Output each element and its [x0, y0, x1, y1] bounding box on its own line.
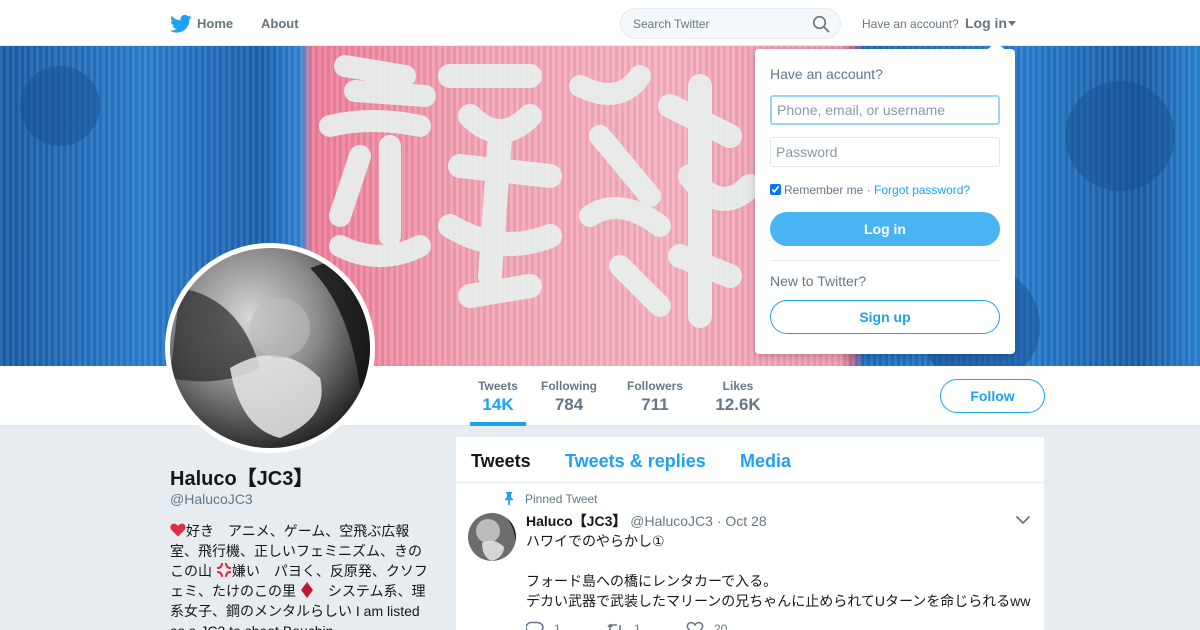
tweet-line: ハワイでのやらかし①	[526, 533, 665, 549]
heart-icon	[686, 621, 704, 630]
dropdown-divider	[770, 260, 1000, 261]
search-icon[interactable]	[812, 15, 830, 33]
nav-about-link[interactable]: About	[261, 16, 299, 31]
pinned-tweet[interactable]: Pinned Tweet Haluco【JC3】 @HalucoJC3 · Oc…	[456, 483, 1044, 630]
profile-handle[interactable]: @HalucoJC3	[170, 491, 253, 507]
remember-me-row: Remember me · Forgot password?	[770, 183, 970, 197]
stat-label: Likes	[722, 379, 754, 393]
tab-media[interactable]: Media	[740, 451, 791, 472]
tweet-avatar[interactable]	[468, 513, 516, 561]
retweet-count: 1	[634, 622, 641, 630]
tweet-line: フォード島への橋にレンタカーで入る。	[526, 573, 778, 589]
signup-button[interactable]: Sign up	[770, 300, 1000, 334]
tweet-timestamp[interactable]: Oct 28	[725, 513, 766, 529]
diamond-suit-icon	[300, 582, 313, 598]
tweet-avatar-image	[468, 513, 516, 561]
tweet-author-name[interactable]: Haluco【JC3】	[526, 513, 626, 529]
stat-label: Followers	[627, 379, 684, 393]
tab-tweets-replies[interactable]: Tweets & replies	[565, 451, 706, 472]
twitter-bird-icon[interactable]	[170, 14, 192, 34]
profile-name[interactable]: Haluco【JC3】	[170, 462, 313, 491]
stat-value: 14K	[482, 395, 514, 414]
tweet-actions: 1 1 20	[526, 621, 926, 630]
stat-label: Tweets	[478, 379, 518, 393]
login-dropdown: Have an account? Remember me · Forgot pa…	[755, 41, 1015, 354]
red-heart-icon	[170, 523, 186, 537]
tweet-author-handle[interactable]: @HalucoJC3	[630, 513, 713, 529]
nav-home-link[interactable]: Home	[197, 16, 233, 31]
password-input[interactable]	[770, 137, 1000, 167]
reply-icon	[526, 621, 544, 630]
profile-bio: 好き アニメ、ゲーム、空飛ぶ広報室、飛行機、正しいフェミニズム、きのこの山 嫌い…	[170, 521, 432, 630]
top-nav: Home About Have an account? Log in	[0, 0, 1200, 46]
remember-separator: ·	[866, 183, 871, 197]
stat-following[interactable]: Following 784	[541, 366, 597, 426]
chevron-down-icon[interactable]	[1016, 515, 1030, 525]
tweet-separator: ·	[716, 513, 722, 529]
pin-icon	[505, 492, 513, 505]
remember-me-label[interactable]: Remember me	[784, 183, 863, 197]
stat-label: Following	[541, 379, 597, 393]
retweet-icon	[607, 623, 621, 630]
tweet-line	[526, 551, 1038, 571]
search-input[interactable]	[633, 15, 803, 33]
stat-followers[interactable]: Followers 711	[627, 366, 683, 426]
tweet-header: Haluco【JC3】 @HalucoJC3 · Oct 28	[526, 511, 767, 531]
avatar-image	[170, 248, 370, 448]
forgot-password-link[interactable]: Forgot password?	[874, 183, 970, 197]
have-account-text: Have an account?	[862, 17, 959, 31]
pinned-tweet-label: Pinned Tweet	[525, 492, 598, 506]
follow-button[interactable]: Follow	[940, 379, 1045, 413]
stat-likes[interactable]: Likes 12.6K	[712, 366, 764, 426]
stat-tweets[interactable]: Tweets 14K	[470, 366, 526, 426]
login-menu-link[interactable]: Log in	[965, 15, 1007, 31]
search-box	[620, 8, 841, 39]
profile-avatar[interactable]	[165, 243, 375, 453]
username-input[interactable]	[770, 95, 1000, 125]
tweet-text: ハワイでのやらかし① フォード島への橋にレンタカーで入る。 デカい武器で武装した…	[526, 531, 1038, 611]
reply-count: 1	[554, 622, 561, 630]
new-to-twitter-text: New to Twitter?	[770, 273, 867, 289]
login-button[interactable]: Log in	[770, 212, 1000, 246]
dropdown-title: Have an account?	[770, 66, 883, 82]
stat-value: 12.6K	[715, 395, 761, 414]
caret-down-icon[interactable]	[1008, 21, 1016, 26]
tweet-line: デカい武器で武装したマリーンの兄ちゃんに止められてUターンを命じられるww	[526, 593, 1031, 609]
remember-me-checkbox[interactable]	[770, 184, 781, 195]
tab-tweets[interactable]: Tweets	[471, 451, 531, 472]
timeline: Tweets Tweets & replies Media Pinned Twe…	[456, 437, 1044, 630]
stat-value: 784	[554, 395, 584, 414]
timeline-tabs: Tweets Tweets & replies Media	[456, 437, 1044, 483]
anger-symbol-icon	[216, 562, 231, 578]
stat-value: 711	[641, 395, 669, 414]
like-count: 20	[714, 622, 728, 630]
